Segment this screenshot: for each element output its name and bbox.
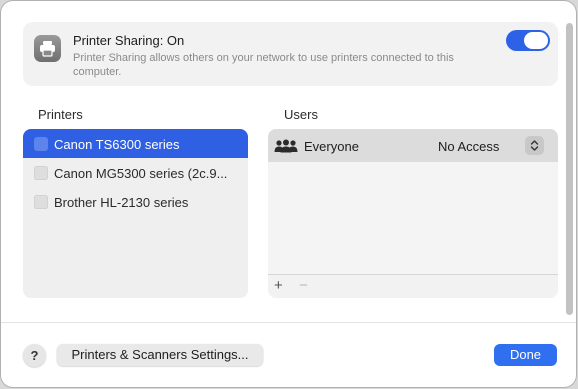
footer-divider xyxy=(1,322,576,323)
printer-row-brother-hl2130[interactable]: Brother HL-2130 series xyxy=(23,187,248,216)
user-row-everyone[interactable]: Everyone No Access xyxy=(268,129,558,162)
users-footer-bar: + − xyxy=(268,274,558,298)
done-button[interactable]: Done xyxy=(494,344,557,366)
group-icon xyxy=(274,139,298,158)
help-button[interactable]: ? xyxy=(23,344,46,367)
printers-scanners-settings-button[interactable]: Printers & Scanners Settings... xyxy=(57,344,263,366)
access-level-value: No Access xyxy=(438,139,500,154)
access-level-popup[interactable] xyxy=(525,136,544,155)
user-name: Everyone xyxy=(304,139,359,154)
users-heading: Users xyxy=(284,107,318,122)
printer-row-canon-ts6300[interactable]: Canon TS6300 series xyxy=(23,129,248,158)
printer-name: Brother HL-2130 series xyxy=(54,195,189,210)
printers-heading: Printers xyxy=(38,107,83,122)
users-panel: Everyone No Access + − xyxy=(268,129,558,298)
share-checkbox[interactable] xyxy=(34,166,48,180)
share-checkbox[interactable] xyxy=(34,195,48,209)
printers-list: Canon TS6300 series Canon MG5300 series … xyxy=(23,129,248,298)
sharing-content: Printer Sharing: On Printer Sharing allo… xyxy=(1,1,576,321)
printer-name: Canon TS6300 series xyxy=(54,137,180,152)
up-down-chevron-icon xyxy=(530,140,539,151)
vertical-scrollbar[interactable] xyxy=(566,23,573,315)
printer-sharing-sheet: Printer Sharing: On Printer Sharing allo… xyxy=(1,1,576,387)
toggle-knob xyxy=(524,32,548,49)
sharing-status-title: Printer Sharing: On xyxy=(73,33,185,48)
remove-user-button[interactable]: − xyxy=(299,277,308,294)
printer-sharing-header: Printer Sharing: On Printer Sharing allo… xyxy=(23,22,558,86)
printer-row-canon-mg5300[interactable]: Canon MG5300 series (2c.9... xyxy=(23,158,248,187)
printer-name: Canon MG5300 series (2c.9... xyxy=(54,166,228,181)
share-checkbox[interactable] xyxy=(34,137,48,151)
add-user-button[interactable]: + xyxy=(274,277,283,294)
sharing-description: Printer Sharing allows others on your ne… xyxy=(73,52,454,78)
printer-icon xyxy=(34,35,61,62)
printer-sharing-toggle[interactable] xyxy=(506,30,550,51)
